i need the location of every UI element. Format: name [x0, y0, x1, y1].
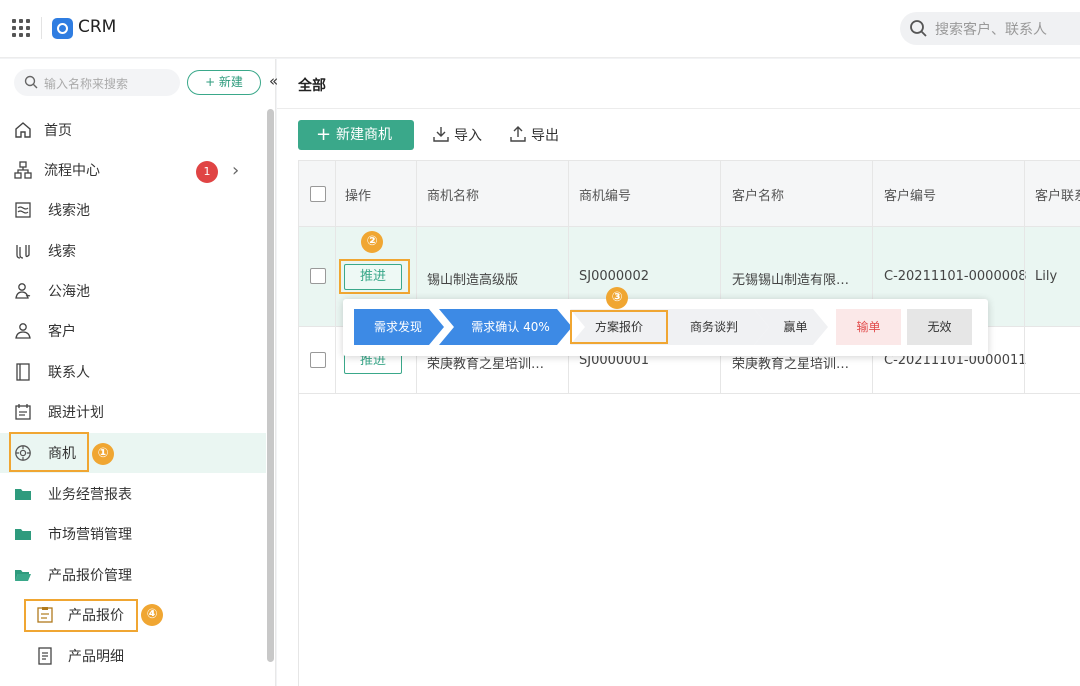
download-icon — [433, 127, 449, 142]
folder-icon — [15, 489, 31, 500]
search-icon — [24, 75, 38, 89]
public-pool-icon — [15, 283, 31, 299]
page-header: 全部 — [277, 59, 1080, 109]
sidebar-new-button[interactable]: + 新建 — [187, 70, 261, 95]
new-opportunity-label: 新建商机 — [336, 127, 392, 143]
sidebar-item-label: 市场营销管理 — [48, 527, 132, 543]
opportunity-table: 操作 商机名称 商机编号 客户名称 客户编号 客户联系 推进 锡山制造高级版 S… — [298, 160, 1080, 686]
lead-icon — [16, 245, 30, 259]
search-placeholder: 搜索客户、联系人 — [935, 22, 1047, 38]
page-title: 全部 — [298, 78, 326, 94]
sidebar-item-label: 产品明细 — [68, 649, 124, 665]
highlight-box — [9, 432, 89, 472]
column-divider — [872, 161, 873, 394]
column-divider — [416, 161, 417, 394]
home-icon — [15, 122, 31, 138]
app-title: CRM — [78, 17, 117, 37]
import-label: 导入 — [454, 128, 482, 144]
sidebar-item-product-detail[interactable]: 产品明细 — [0, 636, 266, 676]
lead-pool-icon — [15, 202, 31, 218]
step-marker: ④ — [141, 604, 163, 626]
column-divider — [335, 161, 336, 394]
sidebar-search-placeholder: 输入名称来搜索 — [44, 77, 129, 91]
sidebar-item-lead[interactable]: 线索 — [0, 231, 266, 271]
sidebar-item-label: 跟进计划 — [48, 405, 104, 421]
new-opportunity-button[interactable]: + 新建商机 — [298, 120, 414, 150]
flow-icon — [14, 161, 32, 179]
plus-icon: + — [316, 124, 332, 145]
step-marker: ① — [92, 443, 114, 465]
sidebar-item-label: 联系人 — [48, 365, 90, 381]
sidebar-scrollbar[interactable] — [267, 109, 274, 662]
sidebar-item-contact[interactable]: 联系人 — [0, 352, 266, 392]
sidebar-item-home[interactable]: 首页 — [0, 110, 266, 150]
opportunity-code: SJ0000002 — [579, 269, 649, 284]
highlight-box — [24, 599, 138, 632]
select-all-checkbox[interactable] — [310, 186, 326, 202]
crm-logo-icon — [52, 18, 73, 39]
sidebar-item-label: 首页 — [44, 123, 72, 139]
sidebar-item-customer[interactable]: 客户 — [0, 311, 266, 351]
customer-name[interactable]: 无锡锡山制造有限… — [732, 269, 849, 288]
folder-open-icon — [15, 570, 31, 581]
step-marker: ② — [361, 231, 383, 253]
plan-icon — [15, 404, 31, 420]
sidebar-item-label: 公海池 — [48, 284, 90, 300]
sidebar-item-flow-center[interactable]: 流程中心 — [0, 150, 266, 190]
opportunity-name[interactable]: 锡山制造高级版 — [427, 269, 518, 288]
sidebar-item-public-pool[interactable]: 公海池 — [0, 271, 266, 311]
upload-icon — [510, 126, 526, 142]
column-header: 操作 — [345, 189, 372, 204]
notification-badge: 1 — [196, 161, 218, 183]
customer-code: C-20211101-0000008 — [884, 269, 1027, 284]
top-bar: CRM 搜索客户、联系人 — [0, 0, 1080, 58]
sidebar-item-label: 客户 — [48, 324, 76, 340]
sidebar-item-lead-pool[interactable]: 线索池 — [0, 190, 266, 230]
step-marker: ③ — [606, 287, 628, 309]
column-header[interactable]: 商机编号 — [579, 185, 631, 204]
column-header[interactable]: 商机名称 — [427, 185, 479, 204]
main-content: 全部 + 新建商机 导入 导出 操作 商机名称 商机编号 客户名称 客户编号 客… — [277, 59, 1080, 686]
global-search-input[interactable]: 搜索客户、联系人 — [900, 12, 1080, 45]
highlight-box — [339, 259, 410, 294]
sidebar: 输入名称来搜索 + 新建 « 首页 流程中心 1 › 线索池 线索 公海池 客户… — [0, 59, 278, 686]
sidebar-item-marketing[interactable]: 市场营销管理 — [0, 514, 266, 554]
stage-negotiation[interactable]: 商务谈判 — [674, 309, 754, 345]
row-checkbox[interactable] — [310, 352, 326, 368]
detail-icon — [38, 647, 52, 665]
export-label: 导出 — [531, 128, 559, 144]
sidebar-item-business-report[interactable]: 业务经营报表 — [0, 474, 266, 514]
stage-invalid[interactable]: 无效 — [907, 309, 972, 345]
chevron-right-icon[interactable]: › — [232, 160, 239, 181]
divider — [41, 17, 42, 39]
sidebar-item-label: 流程中心 — [44, 163, 100, 179]
stage-won[interactable]: 赢单 — [763, 309, 828, 345]
column-divider — [720, 161, 721, 394]
sidebar-search-input[interactable]: 输入名称来搜索 — [14, 69, 180, 96]
row-checkbox[interactable] — [310, 268, 326, 284]
stage-popover: 需求发现 需求确认 40% 方案报价 商务谈判 赢单 输单 无效 — [343, 299, 988, 356]
apps-grid-icon[interactable] — [12, 19, 30, 37]
stage-need-confirm[interactable]: 需求确认 40% — [454, 309, 567, 345]
highlight-box — [570, 310, 668, 344]
column-header[interactable]: 客户联系 — [1035, 185, 1080, 204]
column-header[interactable]: 客户名称 — [732, 185, 784, 204]
sidebar-item-label: 线索池 — [48, 203, 90, 219]
sidebar-item-label: 线索 — [48, 244, 76, 260]
stage-lost[interactable]: 输单 — [836, 309, 901, 345]
search-icon — [910, 20, 927, 37]
customer-contact[interactable]: Lily — [1035, 269, 1057, 284]
customer-icon — [15, 323, 31, 339]
contact-icon — [16, 363, 30, 381]
stage-need-discovery[interactable]: 需求发现 — [354, 309, 442, 345]
sidebar-item-follow-plan[interactable]: 跟进计划 — [0, 392, 266, 432]
column-divider — [1024, 161, 1025, 394]
column-divider — [568, 161, 569, 394]
sidebar-item-label: 业务经营报表 — [48, 487, 132, 503]
folder-icon — [15, 529, 31, 540]
sidebar-item-label: 产品报价管理 — [48, 568, 132, 584]
sidebar-item-quote-management[interactable]: 产品报价管理 — [0, 555, 266, 595]
column-header[interactable]: 客户编号 — [884, 185, 936, 204]
